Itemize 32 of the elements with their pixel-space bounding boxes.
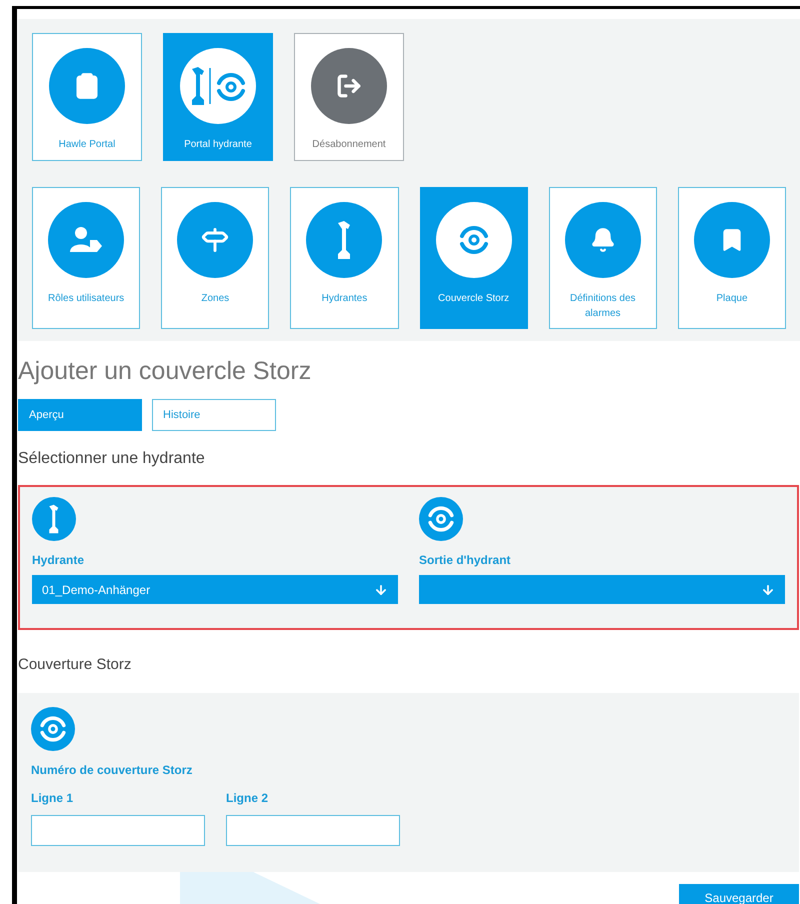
- input-field[interactable]: [31, 814, 205, 846]
- user-tag-icon: [69, 226, 104, 254]
- field-label: Ligne 1: [31, 790, 74, 806]
- hydrant-storz-icon: [189, 64, 247, 108]
- storz-cover-icon: [31, 706, 75, 750]
- signpost-icon: [201, 226, 230, 254]
- module-tile[interactable]: Désabonnement: [294, 33, 404, 161]
- module-tile[interactable]: Hydrantes: [290, 187, 399, 329]
- field-label: Ligne 2: [226, 790, 270, 806]
- module-tile[interactable]: Plaque: [678, 187, 786, 329]
- tab[interactable]: Histoire: [152, 399, 276, 431]
- subsection-title: Numéro de couverture Storz: [31, 762, 194, 778]
- field-label: Sortie d'hydrant: [419, 552, 512, 569]
- dropdown[interactable]: 01_Demo-Anhänger: [32, 575, 398, 604]
- module-tile[interactable]: Couvercle Storz: [420, 187, 528, 329]
- module-tile[interactable]: Définitions des alarmes: [548, 187, 657, 329]
- storz-cover-icon: [419, 497, 463, 541]
- logout-icon: [336, 73, 362, 99]
- section-title: Sélectionner une hydrante: [18, 449, 206, 469]
- section-title: Couverture Storz: [18, 655, 132, 675]
- input-field[interactable]: [226, 814, 400, 846]
- page-title: Ajouter un couvercle Storz: [18, 356, 312, 387]
- bell-icon: [590, 227, 616, 253]
- tab[interactable]: Aperçu: [18, 399, 142, 431]
- module-tile[interactable]: Portal hydrante: [163, 33, 273, 161]
- arrow-down-icon: [761, 582, 775, 596]
- field-label: Hydrante: [32, 552, 86, 569]
- module-tile[interactable]: Rôles utilisateurs: [32, 187, 140, 329]
- module-tile[interactable]: Zones: [161, 187, 270, 329]
- module-tile[interactable]: Hawle Portal: [32, 33, 142, 161]
- hydrant-icon: [32, 497, 76, 541]
- arrow-down-icon: [374, 582, 388, 596]
